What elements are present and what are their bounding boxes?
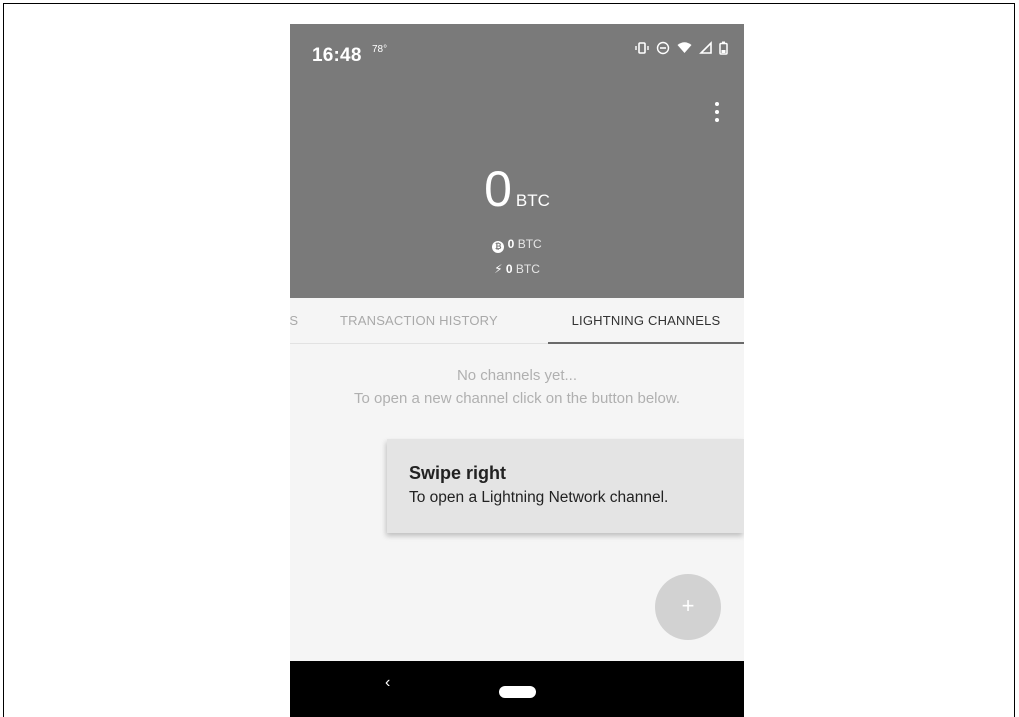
- empty-state-hint: To open a new channel click on the butto…: [353, 390, 681, 407]
- status-temperature: 78°: [372, 44, 388, 55]
- add-channel-button[interactable]: +: [655, 574, 721, 640]
- onchain-balance: ₿ 0 BTC: [290, 237, 744, 253]
- total-balance-unit: BTC: [515, 191, 550, 210]
- lightning-bolt-icon: ⚡︎: [494, 262, 503, 276]
- empty-state-title: No channels yet...: [456, 367, 578, 384]
- onchain-balance-value: 0: [507, 237, 515, 251]
- wallet-header: 16:48 78° 0 BTC ₿ 0 BTC ⚡︎ 0 BTC: [290, 24, 744, 298]
- lightning-balance: ⚡︎ 0 BTC: [290, 262, 744, 276]
- system-nav-bar: ‹: [290, 661, 744, 717]
- total-balance: 0 BTC: [290, 162, 744, 216]
- plus-icon: +: [681, 593, 695, 618]
- lightning-balance-value: 0: [505, 262, 513, 276]
- tab-lightning-channels[interactable]: LIGHTNING CHANNELS: [548, 298, 744, 344]
- vibrate-icon: [635, 41, 649, 59]
- tab-selected-indicator: [548, 342, 744, 344]
- battery-icon: [719, 41, 728, 59]
- lightning-balance-unit: BTC: [515, 262, 540, 276]
- tab-bar: RESS TRANSACTION HISTORY LIGHTNING CHANN…: [290, 298, 744, 344]
- tab-receive-address[interactable]: RESS: [290, 298, 298, 344]
- swipe-hint-card[interactable]: Swipe right To open a Lightning Network …: [387, 439, 744, 533]
- signal-icon: [699, 41, 712, 59]
- more-vert-icon[interactable]: [712, 102, 722, 122]
- status-icons: [635, 41, 728, 59]
- tab-transaction-history[interactable]: TRANSACTION HISTORY: [340, 298, 498, 344]
- bitcoin-icon: ₿: [492, 241, 505, 253]
- back-icon[interactable]: ‹: [385, 674, 390, 692]
- do-not-disturb-icon: [656, 41, 670, 59]
- wifi-icon: [677, 41, 692, 59]
- swipe-hint-title: Swipe right: [409, 463, 507, 483]
- status-time: 16:48: [312, 45, 362, 66]
- total-balance-value: 0: [484, 161, 512, 217]
- phone-screen: 16:48 78° 0 BTC ₿ 0 BTC ⚡︎ 0 BTC S TRANS…: [290, 24, 744, 717]
- swipe-hint-body: To open a Lightning Network channel.: [409, 489, 669, 506]
- home-pill-button[interactable]: [499, 686, 536, 698]
- onchain-balance-unit: BTC: [517, 237, 542, 251]
